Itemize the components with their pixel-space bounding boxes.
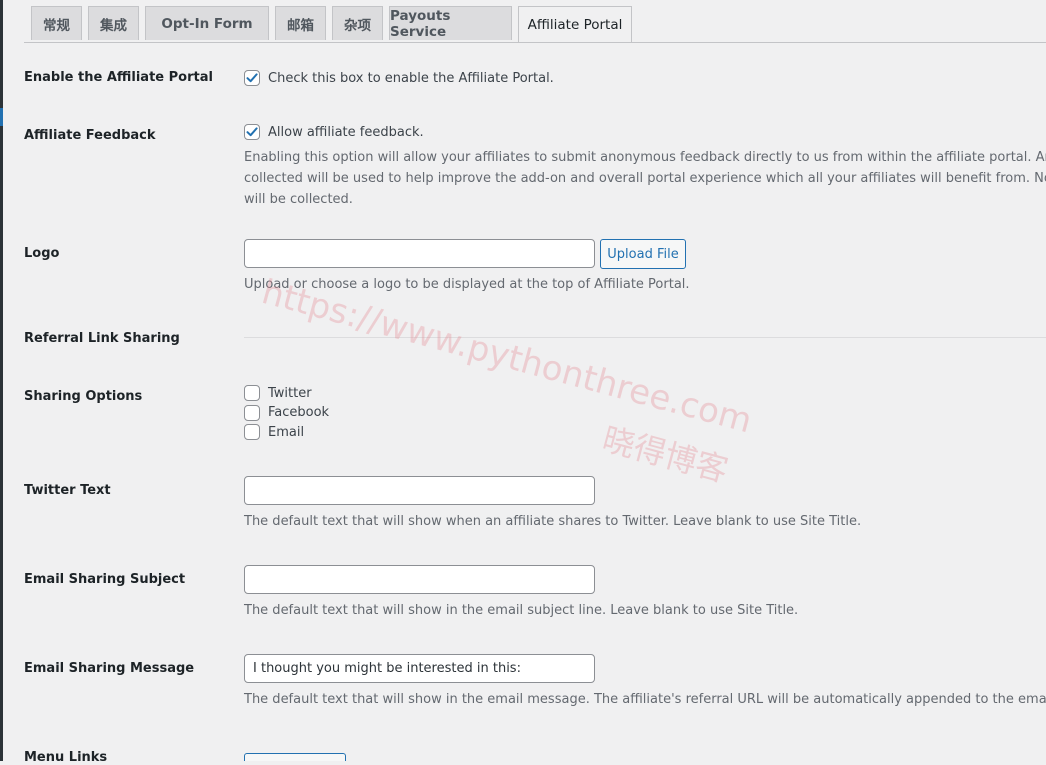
tab-misc[interactable]: 杂项 <box>332 6 383 40</box>
facebook-checkbox[interactable] <box>244 405 260 421</box>
email-message-label: Email Sharing Message <box>24 661 195 676</box>
enable-portal-label: Enable the Affiliate Portal <box>24 70 213 85</box>
affiliate-feedback-description-line-2: collected will be used to help improve t… <box>244 171 1046 186</box>
email-checkbox-label: Email <box>268 425 305 440</box>
affiliate-feedback-description-line-3: will be collected. <box>244 192 353 207</box>
upload-file-button[interactable]: Upload File <box>600 239 686 269</box>
email-message-description: The default text that will show in the e… <box>244 692 1046 707</box>
checkmark-icon <box>246 73 258 83</box>
tab-affiliate-portal[interactable]: Affiliate Portal <box>518 6 632 42</box>
enable-portal-checkbox-label: Check this box to enable the Affiliate P… <box>268 71 554 86</box>
facebook-checkbox-label: Facebook <box>268 405 330 420</box>
menu-links-button[interactable] <box>244 753 346 761</box>
affiliate-feedback-label: Affiliate Feedback <box>24 128 156 143</box>
email-subject-label: Email Sharing Subject <box>24 572 186 587</box>
tab-emails[interactable]: 邮箱 <box>275 6 326 40</box>
referral-link-sharing-heading: Referral Link Sharing <box>24 331 180 346</box>
menu-links-label: Menu Links <box>24 750 108 765</box>
settings-tabs: 常规 集成 Opt-In Form 邮箱 杂项 Payouts Service … <box>24 0 1046 43</box>
tab-integrations[interactable]: 集成 <box>88 6 139 40</box>
sidebar-active-marker <box>0 108 3 126</box>
email-subject-input[interactable] <box>244 565 595 594</box>
checkmark-icon <box>246 127 258 137</box>
twitter-checkbox-label: Twitter <box>268 386 312 401</box>
email-subject-description: The default text that will show in the e… <box>244 603 799 618</box>
affiliate-feedback-description-line-1: Enabling this option will allow your aff… <box>244 150 1046 165</box>
twitter-text-label: Twitter Text <box>24 483 111 498</box>
admin-sidebar-edge <box>0 0 3 761</box>
section-divider <box>244 337 1046 338</box>
twitter-text-description: The default text that will show when an … <box>244 514 862 529</box>
watermark-site-name: 晓得博客 <box>598 419 733 490</box>
tab-payouts-service[interactable]: Payouts Service <box>389 6 512 40</box>
watermark-url: https://www.pythonthree.com <box>257 272 757 442</box>
logo-description: Upload or choose a logo to be displayed … <box>244 277 690 292</box>
twitter-checkbox[interactable] <box>244 385 260 401</box>
affiliate-feedback-checkbox-label: Allow affiliate feedback. <box>268 125 424 140</box>
email-checkbox[interactable] <box>244 424 260 440</box>
sharing-options-label: Sharing Options <box>24 389 143 404</box>
enable-portal-checkbox[interactable] <box>244 70 260 86</box>
tab-opt-in-form[interactable]: Opt-In Form <box>145 6 269 40</box>
logo-url-input[interactable] <box>244 239 595 268</box>
logo-label: Logo <box>24 246 60 261</box>
email-message-input[interactable] <box>244 654 595 683</box>
affiliate-feedback-checkbox[interactable] <box>244 124 260 140</box>
twitter-text-input[interactable] <box>244 476 595 505</box>
tab-general[interactable]: 常规 <box>31 6 82 40</box>
